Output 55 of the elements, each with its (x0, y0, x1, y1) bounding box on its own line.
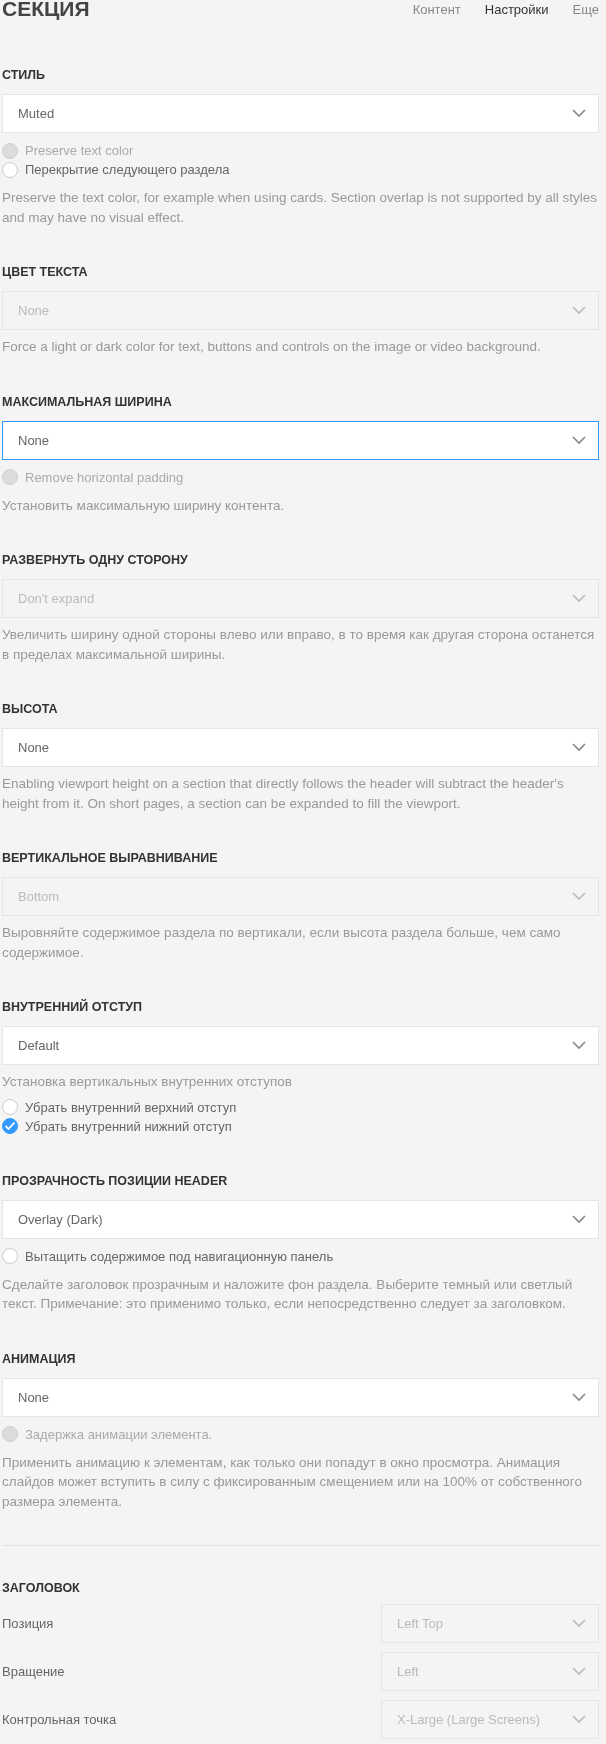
chevron-down-icon (572, 1392, 586, 1402)
checkbox-label: Preserve text color (25, 143, 134, 158)
checkbox-label: Вытащить содержимое под навигационную панель (25, 1248, 334, 1264)
select-field[interactable]: None (2, 728, 599, 767)
section-label: МАКСИМАЛЬНАЯ ШИРИНА (2, 393, 173, 410)
select-field[interactable]: None (2, 420, 599, 460)
chevron-down-icon (572, 1214, 586, 1224)
checkbox[interactable] (2, 161, 18, 178)
panel-title: СЕКЦИЯ (2, 0, 90, 19)
checked-checkbox[interactable] (2, 1118, 18, 1134)
section-label: АНИМАЦИЯ (2, 1350, 77, 1367)
tab[interactable]: Контент (412, 2, 461, 17)
help-text: Сделайте заголовок прозрачным и наложите фон раздела. Выберите темный или светлый текст. Примечание: это применимо только, если непосредственно следует за заголовком. (2, 1275, 574, 1313)
help-text: Применить анимацию к элементам, как только они попадут в окно просмотра. Анимация слайдов может вступить в силу с фиксированным смещением или на 100% от собственного размера элемента. (2, 1453, 583, 1511)
help-text: Установка вертикальных внутренних отступов (2, 1073, 293, 1091)
chevron-down-icon (572, 109, 586, 118)
select-field[interactable]: Overlay (Dark) (2, 1199, 599, 1239)
field-label: Позиция (2, 1616, 54, 1631)
chevron-down-icon (572, 435, 586, 445)
chevron-down-icon (572, 306, 586, 315)
section-label: ЗАГОЛОВОК (2, 1580, 81, 1596)
help-text: Установить максимальную ширину контента. (2, 496, 286, 515)
help-text: Force a light or dark color for text, buttons and controls on the image or video background. (2, 338, 542, 356)
help-text: Увеличить ширину одной стороны влево или вправо, в то время как другая сторона останется в пределах максимальной ширины. (2, 626, 596, 664)
section-label: СТИЛЬ (2, 67, 47, 83)
checkbox-label: Перекрытие следующего раздела (25, 162, 230, 177)
help-text: Enabling viewport height on a section that directly follows the header will subtract the header's height from it. On short pages, a section can be expanded to fill the viewport. (2, 775, 565, 813)
section-label: РАЗВЕРНУТЬ ОДНУ СТОРОНУ (2, 552, 189, 568)
tab[interactable]: Еще (572, 2, 599, 17)
section-label: ВЫСОТА (2, 701, 59, 717)
chevron-down-icon (572, 594, 586, 603)
field-label: Контрольная точка (2, 1712, 117, 1727)
section-label: ВЕРТИКАЛЬНОЕ ВЫРАВНИВАНИЕ (2, 850, 219, 866)
select-field[interactable]: Default (2, 1026, 599, 1065)
tab[interactable]: Настройки (484, 2, 549, 17)
chevron-down-icon (572, 1667, 586, 1676)
help-text: Preserve the text color, for example when using cards. Section overlap is not supported by all styles and may have no visual effect. (2, 189, 599, 227)
checkbox-label: Убрать внутренний верхний отступ (25, 1099, 237, 1115)
select-field[interactable]: Muted (2, 94, 599, 133)
chevron-down-icon (572, 1041, 586, 1050)
chevron-down-icon (572, 743, 586, 752)
help-text: Выровняйте содержимое раздела по вертикали, если высота раздела больше, чем само содержимое. (2, 924, 562, 962)
chevron-down-icon (572, 892, 586, 901)
checkbox-label: Убрать внутренний нижний отступ (25, 1118, 232, 1134)
chevron-down-icon (572, 1619, 586, 1628)
section-label: ЦВЕТ ТЕКСТА (2, 264, 89, 280)
checkbox-label: Задержка анимации элемента. (25, 1426, 213, 1442)
checkbox-label: Remove horizontal padding (25, 469, 184, 485)
section-label: ВНУТРЕННИЙ ОТСТУП (2, 999, 144, 1015)
field-label: Вращение (2, 1664, 65, 1679)
checkbox[interactable] (2, 1248, 18, 1264)
chevron-down-icon (572, 1715, 586, 1724)
checkbox[interactable] (2, 1099, 18, 1115)
section-label: ПРОЗРАЧНОСТЬ ПОЗИЦИИ HEADER (2, 1172, 229, 1189)
select-field[interactable]: None (2, 1377, 599, 1417)
